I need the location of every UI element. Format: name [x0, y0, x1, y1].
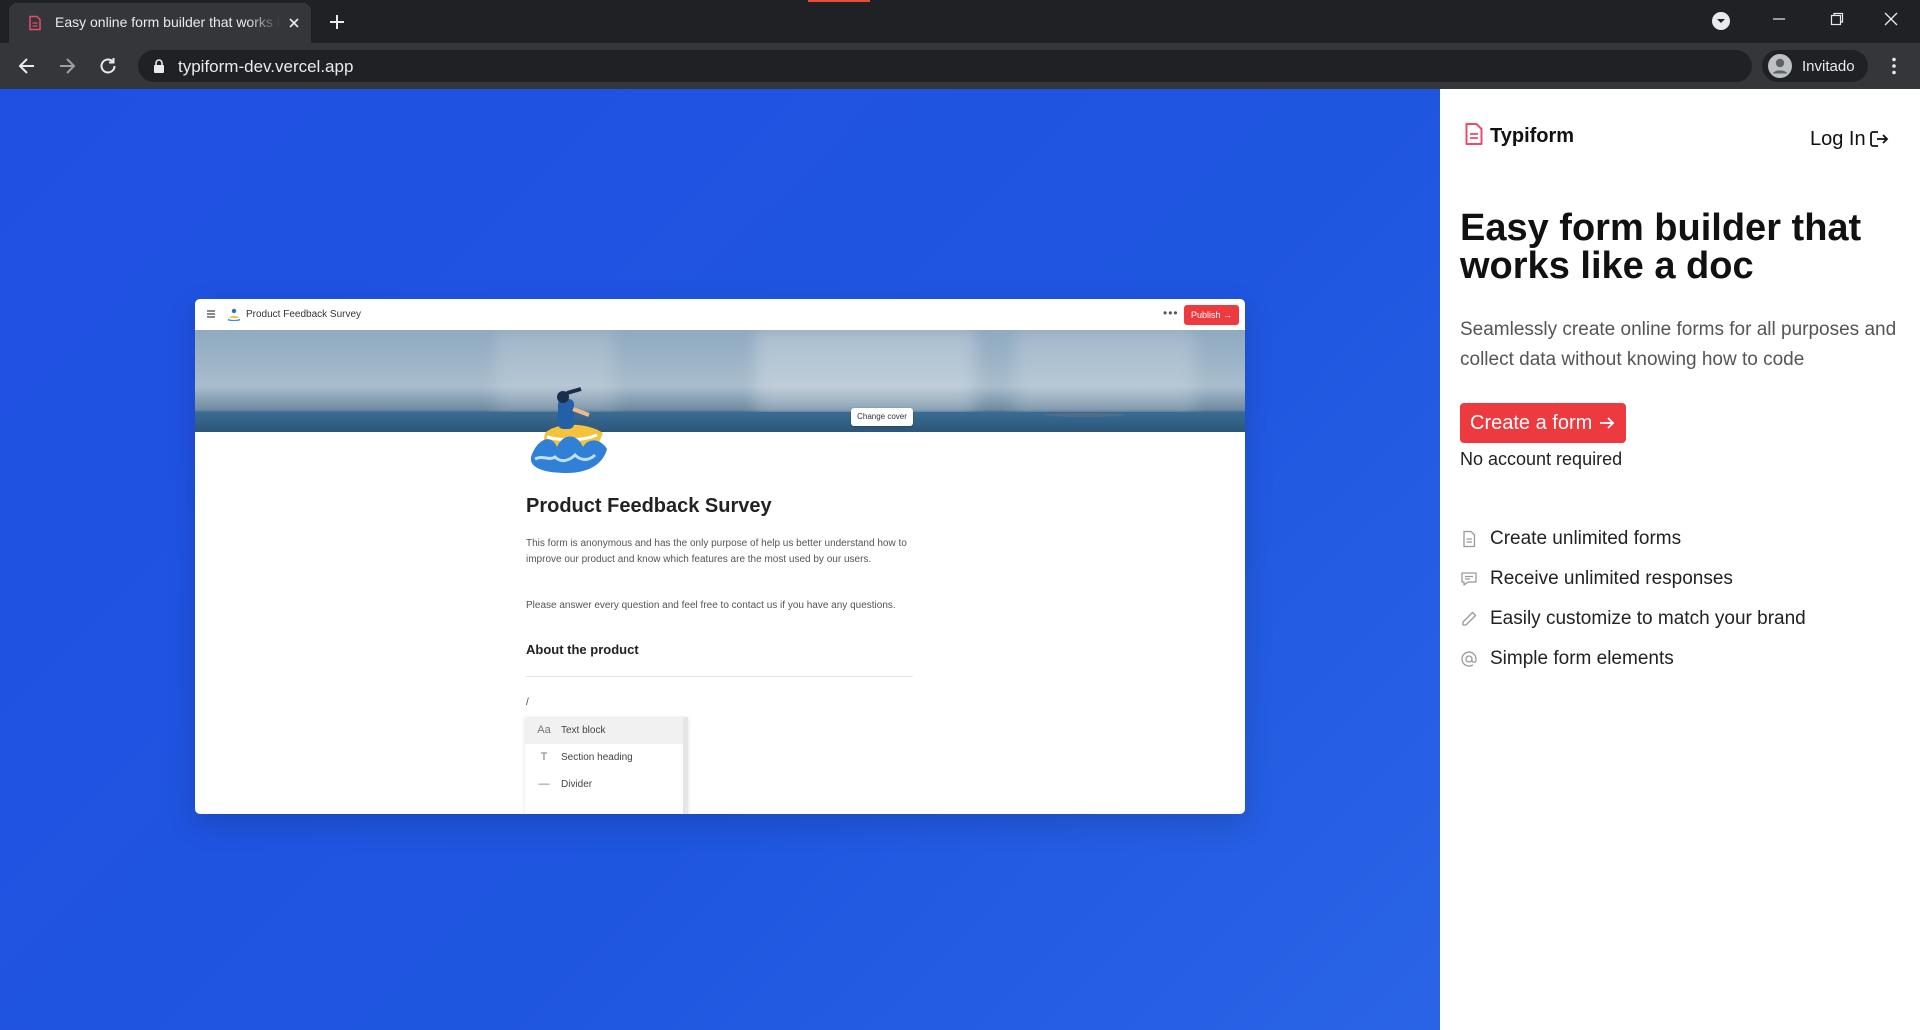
restore-icon	[1830, 12, 1844, 26]
browser-toolbar: typiform-dev.vercel.app Invitado	[0, 43, 1920, 89]
preview-section-heading: About the product	[526, 642, 639, 657]
document-icon	[1463, 530, 1476, 548]
hero-background: Product Feedback Survey ••• Publish → Ch…	[0, 89, 1440, 1030]
preview-cover-image	[195, 330, 1245, 432]
page-subtitle: Seamlessly create online forms for all p…	[1460, 319, 1897, 370]
text-block-icon: Aa	[537, 724, 551, 736]
brand-name[interactable]: Typiform	[1490, 125, 1574, 148]
url-text: typiform-dev.vercel.app	[178, 57, 354, 76]
recording-indicator	[808, 0, 870, 2]
preview-description-2: Please answer every question and feel fr…	[526, 600, 896, 611]
preview-topbar: Product Feedback Survey ••• Publish →	[195, 299, 1245, 330]
browser-menu-icon[interactable]	[1884, 56, 1904, 76]
browser-tab[interactable]: Easy online form builder that works like…	[9, 3, 311, 43]
preview-description-1: This form is anonymous and has the only …	[526, 538, 907, 565]
avatar-icon	[1768, 54, 1792, 78]
arrow-right-icon	[1600, 417, 1615, 429]
preview-publish-button: Publish →	[1184, 305, 1239, 325]
block-menu-item: — Divider	[538, 778, 593, 790]
feature-item: Receive unlimited responses	[1460, 566, 1900, 596]
create-form-button[interactable]: Create a form	[1460, 403, 1626, 443]
feature-item: Easily customize to match your brand	[1460, 606, 1900, 636]
create-form-label: Create a form	[1470, 412, 1593, 434]
feature-item: Create unlimited forms	[1460, 526, 1900, 556]
tab-title: Easy online form builder that works like…	[55, 14, 281, 30]
address-bar[interactable]: typiform-dev.vercel.app	[138, 50, 1752, 82]
feature-item: Simple form elements	[1460, 646, 1900, 676]
preview-divider	[526, 676, 913, 677]
no-account-note: No account required	[1460, 449, 1623, 469]
tab-search-icon[interactable]	[1711, 11, 1731, 31]
profile-name: Invitado	[1802, 58, 1855, 75]
block-menu-item: Aa Text block	[525, 717, 683, 744]
typiform-logo-icon[interactable]	[1464, 122, 1484, 146]
message-icon	[1461, 572, 1477, 586]
lock-icon[interactable]	[152, 59, 166, 73]
divider-icon: —	[538, 778, 550, 790]
editor-preview-image: Product Feedback Survey ••• Publish → Ch…	[195, 299, 1245, 814]
landing-panel: Typiform Log In Easy form builder that w…	[1440, 89, 1920, 1030]
preview-change-cover-button: Change cover	[851, 408, 913, 426]
browser-titlebar: Easy online form builder that works like…	[0, 0, 1920, 43]
more-options-icon: •••	[1163, 306, 1179, 320]
preview-block-menu: Aa Text block T Section heading — Divide…	[525, 717, 688, 814]
close-tab-icon[interactable]	[286, 15, 302, 31]
preview-slash-command: /	[526, 697, 529, 708]
preview-form-title: Product Feedback Survey	[526, 495, 772, 517]
pencil-icon	[1462, 611, 1477, 626]
close-window-button[interactable]	[1862, 0, 1920, 40]
at-icon	[1461, 651, 1477, 667]
login-link[interactable]: Log In	[1810, 128, 1866, 151]
close-window-icon	[1884, 12, 1898, 26]
login-icon[interactable]	[1869, 130, 1889, 148]
heading-icon: T	[540, 751, 548, 763]
page-headline: Easy form builder that works like a doc	[1460, 207, 1862, 287]
surfer-emoji-icon	[227, 308, 241, 321]
surfer-illustration	[530, 387, 607, 473]
new-tab-icon[interactable]	[324, 9, 350, 35]
forward-arrow-icon[interactable]	[53, 52, 81, 80]
page-content: Product Feedback Survey ••• Publish → Ch…	[0, 89, 1920, 1030]
typiform-favicon-icon	[29, 15, 41, 31]
back-arrow-icon[interactable]	[13, 52, 41, 80]
reload-icon[interactable]	[94, 52, 122, 80]
minimize-icon	[1773, 18, 1785, 20]
minimize-window-button[interactable]	[1750, 0, 1808, 40]
preview-doc-title: Product Feedback Survey	[246, 309, 362, 320]
profile-button[interactable]: Invitado	[1762, 50, 1868, 82]
hamburger-menu-icon	[207, 310, 215, 318]
block-menu-item: T Section heading	[525, 744, 683, 771]
restore-window-button[interactable]	[1808, 0, 1866, 40]
